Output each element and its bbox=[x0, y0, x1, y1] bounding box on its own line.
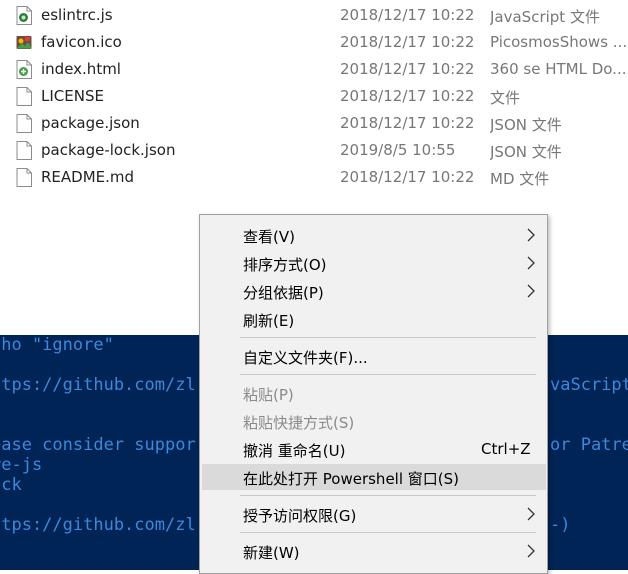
file-date: 2018/12/17 10:22 bbox=[340, 33, 475, 51]
file-type: JavaScript 文件 bbox=[490, 8, 600, 26]
menu-item-sort[interactable]: 排序方式(O) bbox=[202, 250, 546, 276]
file-name: package-lock.json bbox=[41, 141, 176, 159]
menu-item-group[interactable]: 分组依据(P) bbox=[202, 278, 546, 304]
file-date: 2018/12/17 10:22 bbox=[340, 168, 475, 186]
file-row[interactable]: LICENSE 2018/12/17 10:22 文件 bbox=[0, 83, 628, 110]
image-file-icon bbox=[16, 36, 32, 49]
console-line: ease consider suppor bbox=[0, 435, 196, 455]
blank-file-icon bbox=[16, 87, 32, 106]
menu-item-grant-access[interactable]: 授予访问权限(G) bbox=[202, 501, 546, 527]
file-date: 2018/12/17 10:22 bbox=[340, 114, 475, 132]
menu-item-label: 撤消 重命名(U) bbox=[243, 442, 346, 460]
file-name: LICENSE bbox=[41, 87, 104, 105]
menu-item-paste-shortcut: 粘贴快捷方式(S) bbox=[202, 408, 546, 434]
file-type: JSON 文件 bbox=[490, 116, 562, 134]
chevron-right-icon bbox=[527, 256, 535, 270]
file-name: eslintrc.js bbox=[41, 6, 113, 24]
menu-item-customize-folder[interactable]: 自定义文件夹(F)... bbox=[202, 343, 546, 369]
file-row[interactable]: README.md 2018/12/17 10:22 MD 文件 bbox=[0, 164, 628, 191]
context-menu: 查看(V) 排序方式(O) 分组依据(P) 刷新(E) 自定义文件夹(F)...… bbox=[199, 214, 548, 574]
menu-item-refresh[interactable]: 刷新(E) bbox=[202, 306, 546, 332]
console-line: ttps://github.com/zl bbox=[0, 375, 196, 395]
menu-item-shortcut: Ctrl+Z bbox=[481, 440, 531, 458]
file-date: 2018/12/17 10:22 bbox=[340, 6, 475, 24]
file-row[interactable]: favicon.ico 2018/12/17 10:22 PicosmosSho… bbox=[0, 29, 628, 56]
menu-item-label: 新建(W) bbox=[243, 544, 300, 562]
menu-separator bbox=[240, 337, 536, 338]
file-type: JSON 文件 bbox=[490, 143, 562, 161]
menu-item-open-powershell[interactable]: 在此处打开 Powershell 窗口(S) bbox=[202, 464, 546, 490]
file-type: 360 se HTML Do... bbox=[490, 60, 626, 78]
blank-file-icon bbox=[16, 114, 32, 133]
file-row[interactable]: package.json 2018/12/17 10:22 JSON 文件 bbox=[0, 110, 628, 137]
console-line: ock bbox=[0, 475, 22, 495]
menu-item-paste: 粘贴(P) bbox=[202, 380, 546, 406]
file-row[interactable]: package-lock.json 2019/8/5 10:55 JSON 文件 bbox=[0, 137, 628, 164]
console-line: re-js bbox=[0, 455, 43, 475]
menu-item-undo-rename[interactable]: 撤消 重命名(U) Ctrl+Z bbox=[202, 436, 546, 462]
file-date: 2018/12/17 10:22 bbox=[340, 87, 475, 105]
chevron-right-icon bbox=[527, 544, 535, 558]
blank-file-icon bbox=[16, 168, 32, 187]
file-type: 文件 bbox=[490, 89, 521, 107]
console-line: ttps://github.com/zl bbox=[0, 515, 196, 535]
file-row[interactable]: eslintrc.js 2018/12/17 10:22 JavaScript … bbox=[0, 2, 628, 29]
console-line: or Patre bbox=[550, 435, 628, 455]
menu-item-label: 粘贴快捷方式(S) bbox=[243, 414, 355, 432]
chevron-right-icon bbox=[527, 228, 535, 242]
file-name: index.html bbox=[41, 60, 121, 78]
console-line: vaScript bbox=[550, 375, 628, 395]
menu-item-new[interactable]: 新建(W) bbox=[202, 538, 546, 564]
console-line: -) bbox=[550, 515, 571, 535]
file-name: README.md bbox=[41, 168, 135, 186]
menu-item-label: 分组依据(P) bbox=[243, 284, 324, 302]
menu-item-label: 刷新(E) bbox=[243, 312, 295, 330]
menu-separator bbox=[240, 532, 536, 533]
file-date: 2019/8/5 10:55 bbox=[340, 141, 456, 159]
chevron-right-icon bbox=[527, 284, 535, 298]
file-date: 2018/12/17 10:22 bbox=[340, 60, 475, 78]
menu-separator bbox=[240, 374, 536, 375]
file-type: PicosmosShows ... bbox=[490, 33, 626, 51]
menu-item-label: 在此处打开 Powershell 窗口(S) bbox=[243, 470, 459, 488]
menu-item-label: 粘贴(P) bbox=[243, 386, 294, 404]
file-row[interactable]: index.html 2018/12/17 10:22 360 se HTML … bbox=[0, 56, 628, 83]
chevron-right-icon bbox=[527, 507, 535, 521]
menu-item-label: 排序方式(O) bbox=[243, 256, 327, 274]
js-file-icon bbox=[16, 6, 32, 25]
console-line: cho "ignore" bbox=[0, 335, 114, 355]
menu-item-label: 自定义文件夹(F)... bbox=[243, 349, 368, 367]
file-name: favicon.ico bbox=[41, 33, 122, 51]
html-file-icon bbox=[16, 60, 32, 79]
blank-file-icon bbox=[16, 141, 32, 160]
menu-item-view[interactable]: 查看(V) bbox=[202, 222, 546, 248]
file-type: MD 文件 bbox=[490, 170, 550, 188]
file-name: package.json bbox=[41, 114, 140, 132]
menu-item-label: 查看(V) bbox=[243, 228, 295, 246]
menu-item-label: 授予访问权限(G) bbox=[243, 507, 357, 525]
menu-separator bbox=[240, 495, 536, 496]
